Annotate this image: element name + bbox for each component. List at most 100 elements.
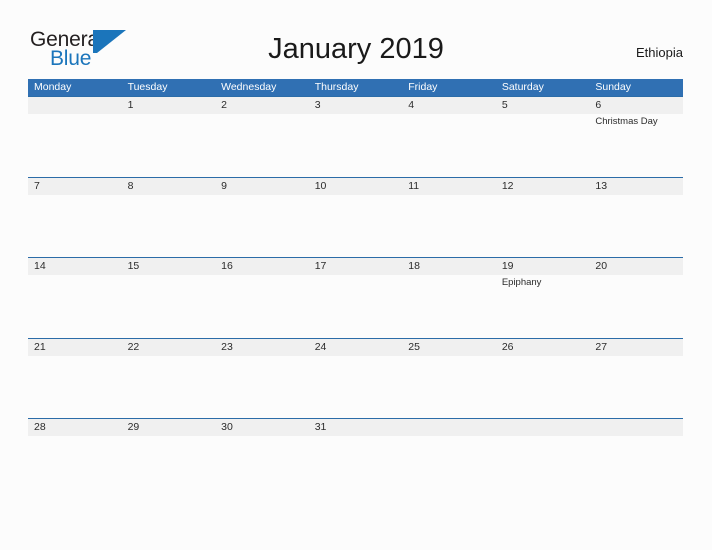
day-cell[interactable]: 10 bbox=[309, 178, 403, 195]
day-events[interactable] bbox=[28, 114, 122, 177]
day-number bbox=[595, 419, 683, 436]
day-events[interactable] bbox=[589, 356, 683, 419]
day-cell[interactable]: 27 bbox=[589, 339, 683, 356]
day-events[interactable] bbox=[496, 195, 590, 258]
day-number: 20 bbox=[595, 260, 608, 272]
day-events[interactable] bbox=[402, 195, 496, 258]
day-cell[interactable]: 29 bbox=[122, 419, 216, 436]
day-events[interactable] bbox=[402, 275, 496, 338]
day-events[interactable] bbox=[122, 356, 216, 419]
day-cell[interactable]: 22 bbox=[122, 339, 216, 356]
day-cell[interactable]: 11 bbox=[402, 178, 496, 195]
day-events[interactable]: Epiphany bbox=[496, 275, 590, 338]
week-date-band: 14 15 16 17 18 19 20 bbox=[28, 257, 683, 275]
day-events[interactable] bbox=[402, 436, 496, 499]
day-number: 11 bbox=[408, 179, 420, 192]
day-events[interactable] bbox=[122, 275, 216, 338]
day-cell[interactable] bbox=[28, 97, 122, 114]
week-event-body bbox=[28, 194, 683, 258]
day-events[interactable] bbox=[215, 195, 309, 258]
event-label: Epiphany bbox=[501, 277, 542, 288]
event-label: Christmas Day bbox=[595, 116, 658, 127]
day-events[interactable] bbox=[122, 114, 216, 177]
day-number: 29 bbox=[127, 421, 140, 433]
day-events[interactable] bbox=[28, 195, 122, 258]
day-cell[interactable]: 13 bbox=[589, 178, 683, 195]
day-cell[interactable] bbox=[496, 419, 590, 436]
day-cell[interactable]: 18 bbox=[402, 258, 496, 275]
day-cell[interactable]: 28 bbox=[28, 419, 122, 436]
day-events[interactable] bbox=[309, 436, 403, 499]
day-events[interactable] bbox=[215, 356, 309, 419]
day-events[interactable]: Christmas Day bbox=[589, 114, 683, 177]
day-number: 6 bbox=[595, 99, 602, 111]
day-number: 15 bbox=[127, 260, 140, 272]
week-date-band: 7 8 9 10 11 12 13 bbox=[28, 176, 683, 195]
country-label: Ethiopia bbox=[636, 45, 683, 60]
day-number: 10 bbox=[314, 179, 327, 192]
day-events[interactable] bbox=[496, 436, 590, 499]
day-events[interactable] bbox=[28, 275, 122, 338]
day-number: 27 bbox=[595, 340, 608, 353]
day-events[interactable] bbox=[28, 436, 122, 499]
day-number: 25 bbox=[408, 340, 420, 353]
day-cell[interactable] bbox=[402, 419, 496, 436]
day-cell[interactable]: 6 bbox=[589, 97, 683, 114]
day-cell[interactable]: 7 bbox=[28, 178, 122, 195]
day-cell[interactable]: 2 bbox=[215, 97, 309, 114]
day-events[interactable] bbox=[309, 114, 403, 177]
day-number: 24 bbox=[314, 340, 327, 353]
day-events[interactable] bbox=[589, 195, 683, 258]
day-cell[interactable]: 9 bbox=[215, 178, 309, 195]
day-number: 17 bbox=[314, 260, 327, 272]
week-date-band: 21 22 23 24 25 26 27 bbox=[28, 337, 683, 356]
day-events[interactable] bbox=[215, 436, 309, 499]
day-number: 18 bbox=[408, 260, 420, 272]
day-cell[interactable]: 3 bbox=[309, 97, 403, 114]
day-events[interactable] bbox=[402, 114, 496, 177]
day-number: 23 bbox=[221, 340, 233, 353]
week-row: 14 15 16 17 18 19 20 Epiphany bbox=[28, 257, 683, 338]
day-cell[interactable]: 23 bbox=[215, 339, 309, 356]
day-cell[interactable]: 21 bbox=[28, 339, 122, 356]
day-cell[interactable]: 30 bbox=[215, 419, 309, 436]
day-events[interactable] bbox=[122, 436, 216, 499]
day-cell[interactable]: 12 bbox=[496, 178, 590, 195]
day-cell[interactable] bbox=[589, 419, 683, 436]
day-events[interactable] bbox=[309, 195, 403, 258]
day-number: 2 bbox=[221, 99, 227, 111]
weekday-header-row: Monday Tuesday Wednesday Thursday Friday… bbox=[28, 79, 683, 96]
day-cell[interactable]: 31 bbox=[309, 419, 403, 436]
day-events[interactable] bbox=[28, 356, 122, 419]
day-events[interactable] bbox=[122, 195, 216, 258]
day-cell[interactable]: 4 bbox=[402, 97, 496, 114]
calendar-grid: Monday Tuesday Wednesday Thursday Friday… bbox=[28, 79, 683, 499]
day-events[interactable] bbox=[496, 356, 590, 419]
day-number: 28 bbox=[34, 421, 46, 433]
day-cell[interactable]: 1 bbox=[122, 97, 216, 114]
day-number: 13 bbox=[595, 179, 608, 192]
day-cell[interactable]: 8 bbox=[122, 178, 216, 195]
day-events[interactable] bbox=[215, 114, 309, 177]
day-cell[interactable]: 15 bbox=[122, 258, 216, 275]
day-events[interactable] bbox=[309, 356, 403, 419]
day-events[interactable] bbox=[215, 275, 309, 338]
day-cell[interactable]: 20 bbox=[589, 258, 683, 275]
day-cell[interactable]: 26 bbox=[496, 339, 590, 356]
day-cell[interactable]: 24 bbox=[309, 339, 403, 356]
day-cell[interactable]: 16 bbox=[215, 258, 309, 275]
day-events[interactable] bbox=[589, 275, 683, 338]
page-header: General Blue January 2019 Ethiopia bbox=[0, 0, 712, 79]
day-events[interactable] bbox=[402, 356, 496, 419]
week-date-band: 28 29 30 31 bbox=[28, 418, 683, 436]
day-events[interactable] bbox=[589, 436, 683, 499]
day-events[interactable] bbox=[496, 114, 590, 177]
day-events[interactable] bbox=[309, 275, 403, 338]
day-cell[interactable]: 17 bbox=[309, 258, 403, 275]
day-cell[interactable]: 25 bbox=[402, 339, 496, 356]
week-event-body: Christmas Day bbox=[28, 114, 683, 177]
day-number bbox=[34, 97, 122, 114]
day-cell[interactable]: 14 bbox=[28, 258, 122, 275]
day-cell[interactable]: 5 bbox=[496, 97, 590, 114]
day-cell[interactable]: 19 bbox=[496, 258, 590, 275]
